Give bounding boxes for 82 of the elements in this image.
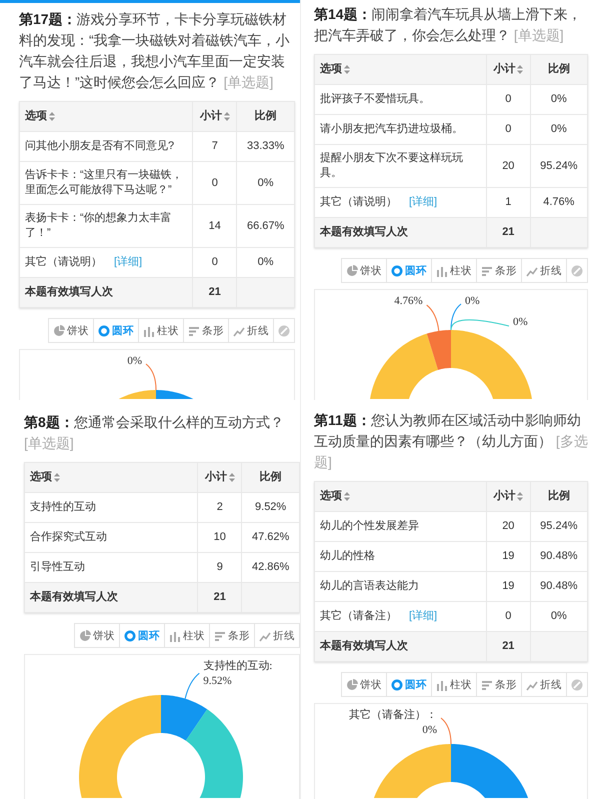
total-label: 本题有效填写人次 xyxy=(20,278,193,308)
column-header[interactable]: 小计 xyxy=(198,462,242,492)
data-label: 0% xyxy=(127,355,142,367)
table-cell: 0% xyxy=(530,114,588,144)
data-label: 0% xyxy=(465,295,480,307)
table-cell: 0% xyxy=(530,84,588,114)
question-title: 第11题：您认为教师在区域活动中影响师幼互动质量的因素有哪些？（幼儿方面） [多选题] xyxy=(314,411,588,472)
column-header[interactable]: 小计 xyxy=(486,482,530,512)
chart-type-tab[interactable]: 条形 xyxy=(476,672,522,697)
table-cell: 幼儿的言语表达能力 xyxy=(314,572,486,602)
table-cell: 20 xyxy=(486,512,530,542)
table-cell: 66.67% xyxy=(236,204,294,248)
column-header[interactable]: 小计 xyxy=(486,54,530,84)
chart-type-tab[interactable]: 柱状 xyxy=(431,672,477,697)
question-title: 第8题：您通常会采取什么样的互动方式？ [单选题] xyxy=(24,413,285,453)
column-header[interactable]: 选项 xyxy=(20,102,193,132)
chart-type-tab[interactable]: 柱状 xyxy=(138,318,184,343)
option-text: 其它（请说明） xyxy=(320,196,397,208)
column-header[interactable]: 选项 xyxy=(314,54,486,84)
chart-type-tab[interactable]: 折线 xyxy=(254,623,300,648)
column-header[interactable]: 选项 xyxy=(314,482,486,512)
table-cell: 95.24% xyxy=(530,512,588,542)
table-cell: 90.48% xyxy=(530,572,588,602)
table-cell: 批评孩子不爱惜玩具。 xyxy=(314,84,486,114)
total-label: 本题有效填写人次 xyxy=(314,632,486,662)
chart-type-tab[interactable]: 条形 xyxy=(183,318,229,343)
table-cell: 14 xyxy=(192,204,237,248)
question-title: 第17题：游戏分享环节，卡卡分享玩磁铁材料的发现：“我拿一块磁铁对着磁铁汽车，小汽车就会往后退，我想小汽车里面一定安装了马达！”这时候您会怎么回应？ [单选题] xyxy=(19,10,291,92)
table-cell: 7 xyxy=(192,132,237,162)
table-cell: 0 xyxy=(192,162,237,204)
table-cell: 95.24% xyxy=(530,144,588,188)
chart-type-tab[interactable]: 柱状 xyxy=(431,258,477,283)
chart-type-tab[interactable]: 条形 xyxy=(209,623,255,648)
table-cell: 19 xyxy=(486,572,530,602)
column-header: 比例 xyxy=(530,54,588,84)
table-cell: 合作探究式互动 xyxy=(24,522,198,552)
data-label: 4.76% xyxy=(394,295,423,308)
table-cell: 20 xyxy=(486,144,530,188)
chart-type-tab[interactable]: 饼状 xyxy=(74,623,120,648)
table-cell: 提醒小朋友下次不要这样玩玩具。 xyxy=(314,144,486,188)
data-label: 支持性的互动: 9.52% xyxy=(203,660,272,687)
data-label: 0% xyxy=(513,316,528,328)
total-label: 本题有效填写人次 xyxy=(314,218,486,248)
total-count: 21 xyxy=(486,218,530,248)
table-cell: 请小朋友把汽车扔进垃圾桶。 xyxy=(314,114,486,144)
table-cell: 问其他小朋友是否有不同意见? xyxy=(20,132,193,162)
table-cell: 9.52% xyxy=(242,492,300,522)
table-cell: 告诉卡卡：“这里只有一块磁铁，里面怎么可能放得下马达呢？” xyxy=(20,162,193,204)
column-header: 比例 xyxy=(236,102,294,132)
chart-type-tab[interactable]: 折线 xyxy=(228,318,274,343)
column-header[interactable]: 小计 xyxy=(192,102,237,132)
column-header: 比例 xyxy=(242,462,300,492)
table-cell: 2 xyxy=(198,492,242,522)
chart-type-tab[interactable]: 饼状 xyxy=(341,258,387,283)
table-cell: 33.33% xyxy=(236,132,294,162)
total-count: 21 xyxy=(198,582,242,612)
table-cell: 0% xyxy=(236,162,294,204)
question-title: 第14题：闹闹拿着汽车玩具从墙上滑下来，把汽车弄破了，你会怎么处理？ [单选题] xyxy=(314,5,583,45)
chart-type-tab[interactable]: 条形 xyxy=(476,258,522,283)
column-header[interactable]: 选项 xyxy=(24,462,198,492)
table-cell: 幼儿的性格 xyxy=(314,542,486,572)
table-cell: 支持性的互动 xyxy=(24,492,198,522)
table-cell: 表扬卡卡：“你的想象力太丰富了！” xyxy=(20,204,193,248)
total-label: 本题有效填写人次 xyxy=(24,582,198,612)
table-cell: 0 xyxy=(486,114,530,144)
chart-type-tab[interactable]: 折线 xyxy=(521,672,567,697)
total-count: 21 xyxy=(192,278,237,308)
chart-type-tab[interactable]: 折线 xyxy=(521,258,567,283)
table-cell: 幼儿的个性发展差异 xyxy=(314,512,486,542)
chart-type-tab[interactable]: 饼状 xyxy=(48,318,94,343)
column-header: 比例 xyxy=(530,482,588,512)
table-cell: 90.48% xyxy=(530,542,588,572)
option-text: 其它（请备注） xyxy=(320,610,397,622)
data-label: 其它（请备注）： 0% xyxy=(349,709,437,736)
table-cell: 0 xyxy=(486,84,530,114)
chart-type-tab[interactable]: 饼状 xyxy=(341,672,387,697)
table-cell: 19 xyxy=(486,542,530,572)
option-text: 其它（请说明） xyxy=(25,256,102,268)
table-cell: 47.62% xyxy=(242,522,300,552)
chart-type-tab[interactable]: 柱状 xyxy=(164,623,210,648)
table-cell: 10 xyxy=(198,522,242,552)
total-count: 21 xyxy=(486,632,530,662)
